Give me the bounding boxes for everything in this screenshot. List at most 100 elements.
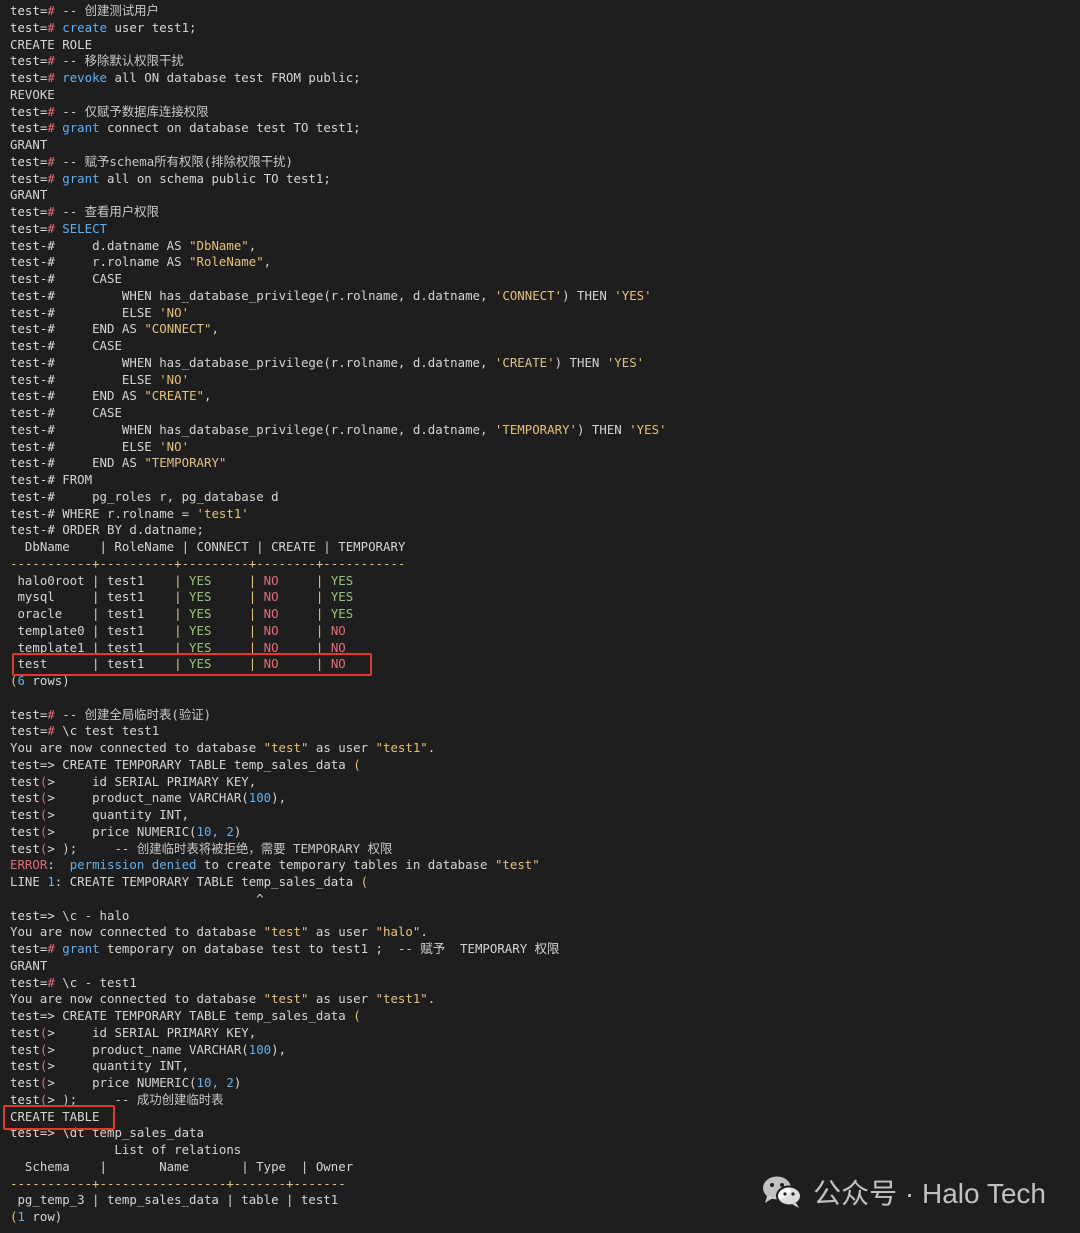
terminal-text: test [10, 1075, 40, 1090]
terminal-text: WHEN has_database_privilege(r.rolname, d… [54, 421, 495, 437]
terminal-text: CREATE TEMPORARY TABLE temp_sales_data [54, 1008, 354, 1023]
terminal-text: test- [10, 271, 48, 286]
terminal-text: 'YES' [606, 354, 645, 370]
terminal-text: END AS [54, 321, 145, 337]
terminal-line: REVOKE [10, 87, 1080, 104]
terminal-text: permission denied [69, 857, 197, 873]
terminal-line: test=# -- 创建全局临时表(验证) [10, 707, 1080, 724]
terminal-text: as user [308, 924, 376, 940]
terminal-text: # [47, 488, 55, 504]
terminal-text: YES [189, 606, 212, 621]
terminal-text: 'YES' [614, 287, 652, 303]
terminal-text: 'NO' [159, 304, 190, 320]
terminal-line: test-# WHEN has_database_privilege(r.rol… [10, 288, 1080, 305]
terminal-line: CREATE TABLE [10, 1109, 1080, 1126]
terminal-line: test(> quantity INT, [10, 807, 1080, 824]
highlight-box-create-table [3, 1105, 115, 1130]
terminal-text: as user [308, 740, 376, 755]
terminal-text: , [204, 388, 212, 404]
terminal-text: test= [10, 170, 48, 186]
wechat-icon [761, 1174, 803, 1210]
terminal-text: NO [263, 589, 279, 605]
terminal-text: ) [233, 1075, 242, 1090]
terminal-line: test=# \c test test1 [10, 723, 1080, 740]
terminal-text: # [47, 706, 55, 722]
terminal-text: quantity INT, [54, 1058, 190, 1074]
terminal-line: test=# grant connect on database test TO… [10, 120, 1080, 137]
terminal-text: : [47, 857, 70, 873]
terminal-text: test- [10, 371, 48, 387]
terminal-text: ELSE [54, 371, 160, 387]
terminal-line: test(> id SERIAL PRIMARY KEY, [10, 774, 1080, 791]
terminal-text: > [47, 756, 55, 772]
terminal-text: > [47, 1075, 55, 1090]
terminal-text: pg_temp_3 | temp_sales_data | table | te… [10, 1192, 339, 1208]
terminal-text: test= [10, 3, 48, 18]
terminal-text: # [47, 53, 55, 69]
terminal-text: "CONNECT" [144, 321, 212, 337]
terminal-text: -----------+-----------------+-------+--… [10, 1175, 346, 1191]
terminal-text: ); -- 创建临时表将被拒绝，需要 TEMPORARY 权限 [54, 840, 393, 856]
terminal-text: 1 [17, 1209, 25, 1224]
terminal-line: test=# create user test1; [10, 20, 1080, 37]
terminal-line: test(> id SERIAL PRIMARY KEY, [10, 1025, 1080, 1042]
terminal-text: "RoleName" [189, 254, 264, 270]
terminal-text: test- [10, 505, 48, 521]
terminal-text: test- [10, 237, 48, 253]
terminal-text: test= [10, 70, 48, 85]
terminal-output[interactable]: test=# -- 创建测试用户 test=# create user test1… [0, 0, 1080, 1233]
terminal-text: # [47, 103, 55, 119]
terminal-line: test-# d.datname AS "DbName", [10, 238, 1080, 255]
terminal-line: test-# CASE [10, 271, 1080, 288]
terminal-text: > [47, 840, 55, 856]
terminal-text: 'CREATE' [494, 354, 555, 370]
terminal-text: , [263, 254, 272, 270]
terminal-text: YES [330, 572, 354, 588]
terminal-text: -- 移除默认权限干扰 [54, 53, 184, 69]
terminal-line: test=# SELECT [10, 221, 1080, 238]
terminal-text: | [174, 589, 190, 605]
terminal-text: price NUMERIC( [54, 1075, 197, 1090]
terminal-text: YES [189, 622, 212, 638]
terminal-text: # [47, 455, 55, 471]
terminal-line: List of relations [10, 1142, 1080, 1159]
terminal-text: temporary on database test to test1 ; --… [99, 941, 560, 956]
terminal-text: # [47, 170, 55, 186]
terminal-text: 10, 2 [196, 823, 234, 839]
terminal-text: template0 | test1 [10, 622, 175, 638]
terminal-line: test-# CASE [10, 338, 1080, 355]
terminal-text: Schema | Name | Type | Owner [10, 1158, 354, 1174]
terminal-text: test= [10, 723, 48, 739]
terminal-line: test=# -- 赋予schema所有权限(排除权限干扰) [10, 154, 1080, 171]
watermark: 公众号 · Halo Tech [761, 1172, 1046, 1212]
terminal-text: You are now connected to database [10, 740, 264, 755]
terminal-text: | [315, 572, 331, 588]
terminal-text: # [47, 522, 55, 538]
terminal-text: test [10, 790, 40, 806]
terminal-text: test= [10, 756, 48, 772]
terminal-text: test= [10, 1008, 48, 1023]
terminal-text: # [47, 354, 55, 370]
terminal-text: -- 创建测试用户 [54, 3, 159, 18]
terminal-text: | [315, 589, 331, 605]
terminal-text: CASE [54, 405, 122, 420]
terminal-text: test= [10, 220, 48, 236]
terminal-line: test(> ); -- 成功创建临时表 [10, 1092, 1080, 1109]
terminal-text: YES [330, 606, 354, 621]
terminal-text: all on schema public TO test1; [99, 170, 331, 186]
terminal-text: ( [360, 874, 369, 889]
terminal-line: test-# WHEN has_database_privilege(r.rol… [10, 422, 1080, 439]
terminal-text: id SERIAL PRIMARY KEY, [54, 1024, 257, 1040]
terminal-line: test(> product_name VARCHAR(100), [10, 790, 1080, 807]
terminal-text: | [248, 589, 264, 605]
terminal-text: grant [54, 120, 100, 136]
terminal-line: ERROR: permission denied to create tempo… [10, 857, 1080, 874]
terminal-text: WHEN has_database_privilege(r.rolname, d… [54, 354, 495, 370]
terminal-text: 100 [248, 1041, 272, 1057]
terminal-text: . [427, 740, 436, 755]
terminal-text: | [174, 606, 190, 621]
terminal-text: ORDER BY d.datname; [54, 522, 204, 538]
terminal-text: \c - test1 [54, 974, 137, 990]
